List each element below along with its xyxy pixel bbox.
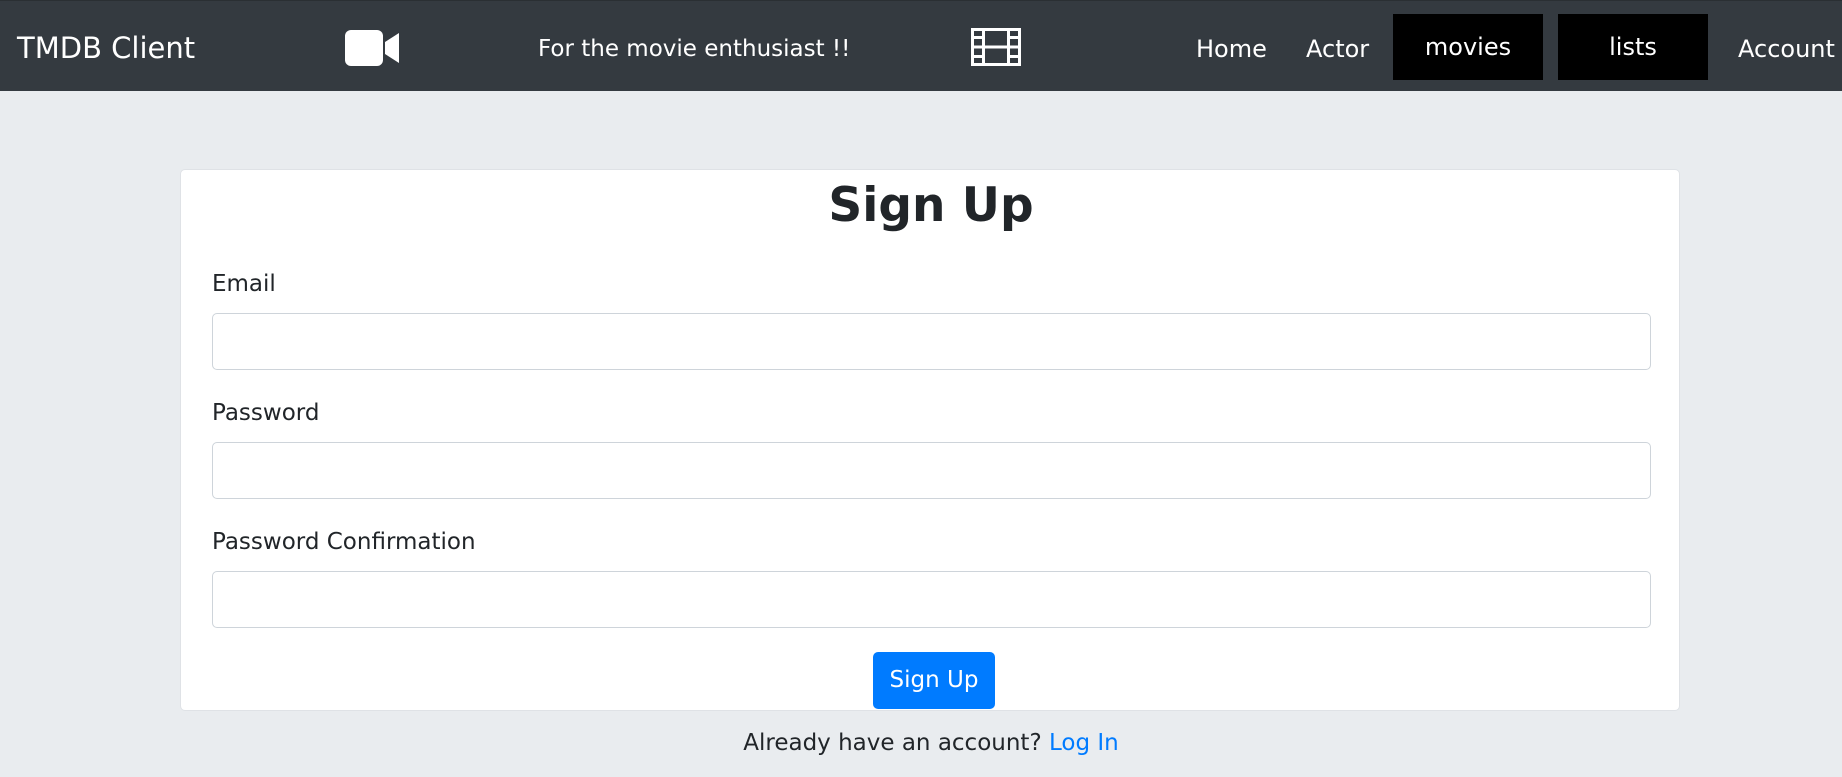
signup-title: Sign Up xyxy=(828,178,1034,233)
top-navbar: TMDB Client For the movie enthusiast !! … xyxy=(0,0,1842,91)
login-prompt: Already have an account? Log In xyxy=(0,728,1842,758)
sign-up-button[interactable]: Sign Up xyxy=(873,652,995,709)
nav-lists-button[interactable]: lists xyxy=(1558,14,1708,80)
password-field[interactable] xyxy=(212,442,1651,499)
nav-actor-link[interactable]: Actor xyxy=(1306,34,1369,64)
password-confirmation-label: Password Confirmation xyxy=(212,529,476,555)
brand-link[interactable]: TMDB Client xyxy=(17,29,195,67)
video-camera-icon xyxy=(345,30,401,66)
navbar-tagline: For the movie enthusiast !! xyxy=(538,36,851,62)
film-strip-icon xyxy=(971,28,1021,66)
email-field[interactable] xyxy=(212,313,1651,370)
log-in-link[interactable]: Log In xyxy=(1049,730,1119,756)
signup-card: Sign Up Email Password Password Confirma… xyxy=(180,169,1680,711)
password-label: Password xyxy=(212,400,320,426)
nav-movies-button[interactable]: movies xyxy=(1393,14,1543,80)
nav-account-link[interactable]: Account xyxy=(1738,34,1835,64)
nav-home-link[interactable]: Home xyxy=(1196,34,1267,64)
login-prompt-text: Already have an account? xyxy=(743,730,1042,756)
email-label: Email xyxy=(212,271,276,297)
password-confirmation-field[interactable] xyxy=(212,571,1651,628)
